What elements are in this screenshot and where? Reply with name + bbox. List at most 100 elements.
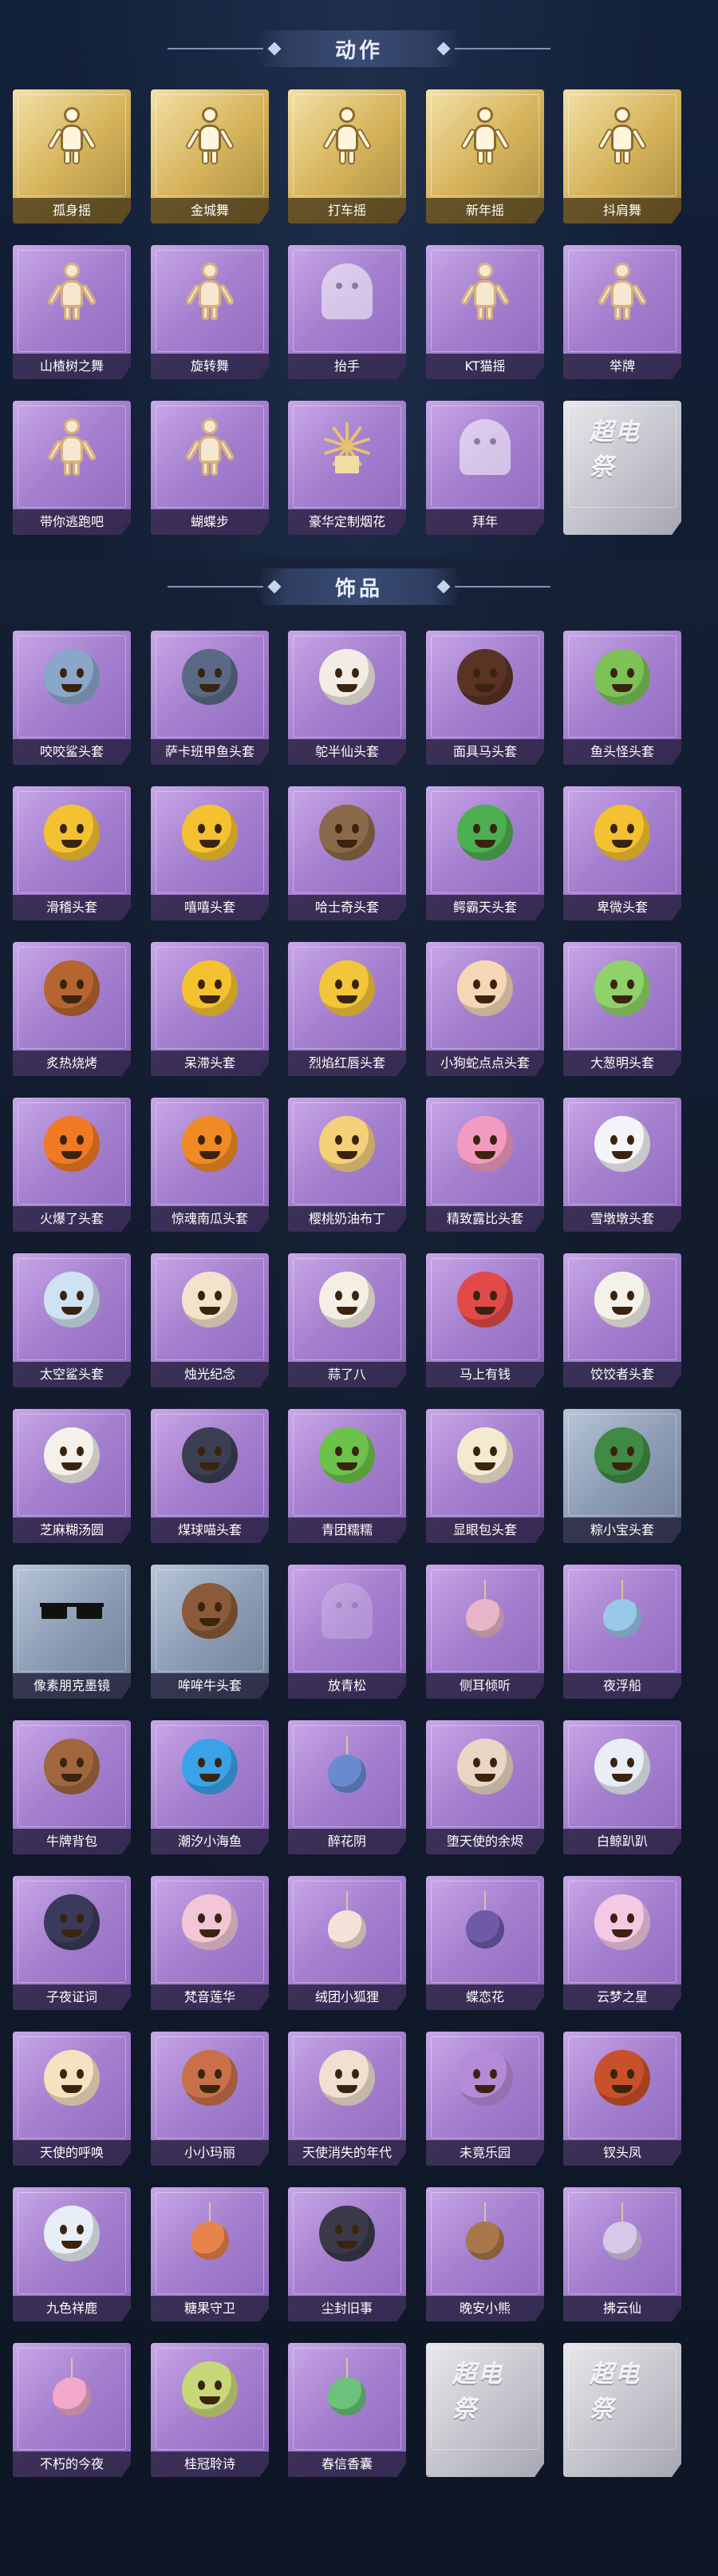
item-card[interactable]: 哞哞牛头套	[151, 1565, 269, 1699]
item-card[interactable]: 樱桃奶油布丁	[288, 1098, 406, 1232]
item-card[interactable]: 鱼头怪头套	[563, 631, 681, 765]
sign-holder-icon	[590, 259, 655, 324]
item-card[interactable]: 火爆了头套	[13, 1098, 131, 1232]
headdress-icon	[590, 2045, 655, 2111]
item-card[interactable]: 呆滞头套	[151, 942, 269, 1076]
item-card[interactable]: 鸵半仙头套	[288, 631, 406, 765]
item-card[interactable]: 豪华定制烟花	[288, 401, 406, 535]
green-fish-head-icon	[590, 644, 655, 710]
dancing-figure-icon	[452, 103, 518, 168]
item-card[interactable]: 哈士奇头套	[288, 786, 406, 920]
item-card[interactable]: 超电祭	[563, 401, 681, 535]
item-card[interactable]: 牛牌背包	[13, 1720, 131, 1854]
item-card[interactable]: 蝴蝶步	[151, 401, 269, 535]
garlic-head-icon	[314, 1267, 380, 1332]
item-card[interactable]: 显眼包头套	[426, 1409, 544, 1543]
item-card[interactable]: 饺饺者头套	[563, 1253, 681, 1387]
item-label: 蝴蝶步	[151, 509, 269, 535]
item-card[interactable]: 拂云仙	[563, 2187, 681, 2321]
pink-pig-head-icon	[452, 1111, 518, 1177]
stamp-text: 超电祭	[590, 418, 641, 481]
item-card[interactable]: 烛光纪念	[151, 1253, 269, 1387]
item-card[interactable]: 嘻嘻头套	[151, 786, 269, 920]
item-card[interactable]: 青团糯糯	[288, 1409, 406, 1543]
item-card[interactable]: 精致露比头套	[426, 1098, 544, 1232]
item-card[interactable]: 白鲸趴趴	[563, 1720, 681, 1854]
item-card[interactable]: 太空鲨头套	[13, 1253, 131, 1387]
item-card[interactable]: 旋转舞	[151, 245, 269, 379]
item-card[interactable]: 新年摇	[426, 89, 544, 224]
item-card[interactable]: 粽小宝头套	[563, 1409, 681, 1543]
item-label: 萨卡班甲鱼头套	[151, 739, 269, 765]
blue-fish-icon	[177, 1734, 243, 1799]
item-card[interactable]: 夜浮船	[563, 1565, 681, 1699]
item-card[interactable]: 炙热烧烤	[13, 942, 131, 1076]
item-card[interactable]: 鳄霸天头套	[426, 786, 544, 920]
item-card[interactable]: 梵音莲华	[151, 1876, 269, 2010]
item-card[interactable]: 天使消失的年代	[288, 2032, 406, 2166]
item-card[interactable]: 春信香囊	[288, 2343, 406, 2477]
item-card[interactable]: 钗头凤	[563, 2032, 681, 2166]
item-card[interactable]: 雪墩墩头套	[563, 1098, 681, 1232]
item-card[interactable]: 山楂树之舞	[13, 245, 131, 379]
banner-line-right	[455, 48, 550, 49]
space-shark-icon	[39, 1267, 105, 1332]
item-card[interactable]: 惊魂南瓜头套	[151, 1098, 269, 1232]
item-card[interactable]: 马上有钱	[426, 1253, 544, 1387]
item-card[interactable]: 子夜证词	[13, 1876, 131, 2010]
item-card[interactable]: 不朽的今夜	[13, 2343, 131, 2477]
sachet-icon	[314, 2356, 380, 2422]
item-card[interactable]: 未竟乐园	[426, 2032, 544, 2166]
item-card[interactable]: 滑稽头套	[13, 786, 131, 920]
item-card[interactable]: 侧耳倾听	[426, 1565, 544, 1699]
item-card[interactable]: 芝麻糊汤圆	[13, 1409, 131, 1543]
item-card[interactable]: 潮汐小海鱼	[151, 1720, 269, 1854]
item-card[interactable]: 放青松	[288, 1565, 406, 1699]
item-card[interactable]: 超电祭	[563, 2343, 681, 2477]
item-card[interactable]: 绒团小狐狸	[288, 1876, 406, 2010]
item-card[interactable]: 带你逃跑吧	[13, 401, 131, 535]
item-card[interactable]: 像素朋克墨镜	[13, 1565, 131, 1699]
item-card[interactable]: 云梦之星	[563, 1876, 681, 2010]
item-card[interactable]: 大葱明头套	[563, 942, 681, 1076]
item-card[interactable]: 烈焰红唇头套	[288, 942, 406, 1076]
item-card[interactable]: 萨卡班甲鱼头套	[151, 631, 269, 765]
item-label: 哈士奇头套	[288, 895, 406, 920]
item-card[interactable]: 超电祭	[426, 2343, 544, 2477]
item-card[interactable]: 小小玛丽	[151, 2032, 269, 2166]
item-card[interactable]: 蒜了八	[288, 1253, 406, 1387]
item-card[interactable]: 九色祥鹿	[13, 2187, 131, 2321]
item-card[interactable]: 打车摇	[288, 89, 406, 224]
cream-head-icon	[452, 956, 518, 1021]
item-card[interactable]: KT猫摇	[426, 245, 544, 379]
item-card[interactable]: 面具马头套	[426, 631, 544, 765]
item-label: 哞哞牛头套	[151, 1673, 269, 1699]
item-label: 火爆了头套	[13, 1206, 131, 1232]
item-card[interactable]: 抬手	[288, 245, 406, 379]
item-card[interactable]: 小狗蛇点点头套	[426, 942, 544, 1076]
item-card[interactable]: 天使的呼唤	[13, 2032, 131, 2166]
bear-pendant-icon	[452, 2201, 518, 2266]
item-card[interactable]: 糖果守卫	[151, 2187, 269, 2321]
item-card[interactable]: 堕天使的余烬	[426, 1720, 544, 1854]
item-card[interactable]: 尘封旧事	[288, 2187, 406, 2321]
item-card[interactable]: 卑微头套	[563, 786, 681, 920]
item-card[interactable]: 晚安小熊	[426, 2187, 544, 2321]
item-label: 天使消失的年代	[288, 2140, 406, 2166]
item-card[interactable]: 桂冠聆诗	[151, 2343, 269, 2477]
snowman-head-icon	[590, 1111, 655, 1177]
item-card[interactable]: 拜年	[426, 401, 544, 535]
item-card[interactable]: 咬咬鲨头套	[13, 631, 131, 765]
panda-head-icon	[314, 644, 380, 710]
item-card[interactable]: 金城舞	[151, 89, 269, 224]
bbq-icon	[39, 956, 105, 1021]
item-card[interactable]: 醉花阴	[288, 1720, 406, 1854]
dancing-figure-icon	[314, 103, 380, 168]
item-card[interactable]: 孤身摇	[13, 89, 131, 224]
item-card[interactable]: 抖肩舞	[563, 89, 681, 224]
item-label: 咬咬鲨头套	[13, 739, 131, 765]
item-card[interactable]: 煤球喵头套	[151, 1409, 269, 1543]
item-card[interactable]: 举牌	[563, 245, 681, 379]
horse-toy-icon	[452, 1267, 518, 1332]
item-card[interactable]: 蝶恋花	[426, 1876, 544, 2010]
